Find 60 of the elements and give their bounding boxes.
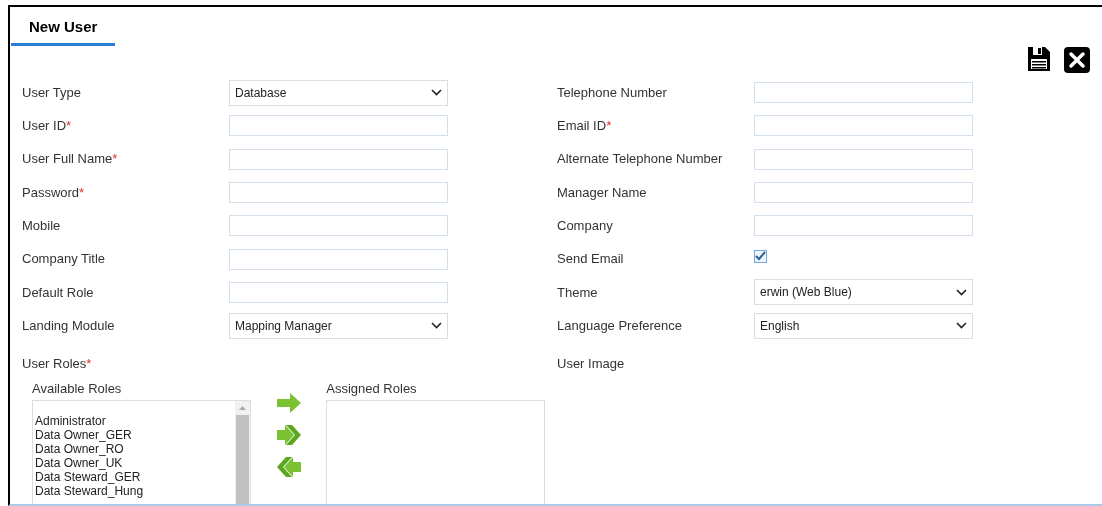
- field-label: Mobile: [22, 217, 61, 236]
- scrollbar-thumb[interactable]: [235, 415, 249, 504]
- available-roles-list[interactable]: Administrator Data Owner_GER Data Owner_RO Data Owner_UK Data Steward_GER Data Steward_Hung: [32, 400, 251, 504]
- close-icon[interactable]: [1064, 47, 1090, 73]
- dropdown[interactable]: Database: [229, 79, 448, 106]
- role-item[interactable]: Data Owner_UK: [35, 456, 123, 471]
- field-label: Default Role: [22, 283, 94, 302]
- chevron-down-icon: [431, 322, 442, 330]
- input-field[interactable]: [229, 115, 448, 137]
- role-item[interactable]: Data Owner_RO: [35, 442, 124, 457]
- required-mark: *: [86, 355, 92, 374]
- dropdown[interactable]: Mapping Manager: [229, 312, 448, 339]
- required-mark: *: [112, 150, 118, 169]
- field-label: Company Title: [22, 250, 106, 269]
- field-label: Manager Name: [557, 183, 647, 202]
- field-label: Send Email: [557, 250, 624, 269]
- chevron-down-icon: [956, 322, 967, 330]
- double-arrow-left-icon[interactable]: [276, 456, 301, 477]
- input-field[interactable]: [229, 281, 448, 303]
- input-field[interactable]: [229, 182, 448, 204]
- field-label: User Full Name: [22, 150, 113, 169]
- required-mark: *: [66, 117, 72, 136]
- input-field[interactable]: [754, 115, 973, 137]
- required-mark: *: [606, 117, 612, 136]
- input-field[interactable]: [229, 148, 448, 170]
- assigned-roles-list[interactable]: [326, 400, 545, 504]
- role-item[interactable]: Administrator: [35, 414, 106, 429]
- dropdown[interactable]: English: [754, 312, 973, 339]
- input-field[interactable]: [754, 82, 973, 104]
- field-label: Language Preference: [557, 316, 683, 335]
- field-label: Email ID: [557, 117, 607, 136]
- field-label: Password: [22, 183, 80, 202]
- checkbox[interactable]: [754, 249, 767, 263]
- dropdown[interactable]: erwin (Web Blue): [754, 279, 973, 306]
- chevron-down-icon: [431, 89, 442, 97]
- field-label: Landing Module: [22, 316, 115, 335]
- field-label: User Type: [22, 83, 81, 102]
- role-item[interactable]: Data Steward_Hung: [35, 484, 144, 499]
- role-item[interactable]: Data Steward_GER: [35, 470, 141, 485]
- user-image-label: User Image: [557, 355, 625, 374]
- input-field[interactable]: [229, 248, 448, 270]
- field-label: User ID: [22, 117, 67, 136]
- chevron-down-icon: [956, 288, 967, 296]
- input-field[interactable]: [754, 182, 973, 204]
- field-label: Telephone Number: [557, 83, 667, 102]
- input-field[interactable]: [754, 148, 973, 170]
- user-roles-label: User Roles: [22, 355, 87, 374]
- input-field[interactable]: [754, 215, 973, 237]
- assigned-roles-label: Assigned Roles: [326, 379, 418, 398]
- required-mark: *: [79, 183, 85, 202]
- field-label: Company: [557, 217, 613, 236]
- role-item[interactable]: Data Owner_GER: [35, 428, 132, 443]
- save-icon[interactable]: [1028, 47, 1050, 71]
- new-user-tab[interactable]: New User: [11, 16, 116, 46]
- input-field[interactable]: [229, 215, 448, 237]
- arrow-right-icon[interactable]: [276, 392, 301, 413]
- double-arrow-right-icon[interactable]: [276, 424, 301, 445]
- available-roles-label: Available Roles: [32, 379, 123, 398]
- field-label: Alternate Telephone Number: [557, 150, 723, 169]
- field-label: Theme: [557, 283, 598, 302]
